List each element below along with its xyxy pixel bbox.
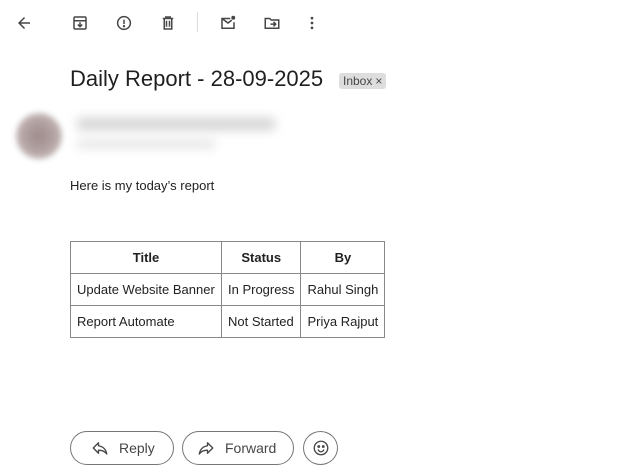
cell-status: In Progress	[220, 273, 302, 306]
reply-icon	[92, 442, 108, 455]
delete-icon[interactable]	[152, 7, 184, 39]
table-header-row: Title Status By	[70, 241, 386, 274]
emoji-reaction-button[interactable]	[303, 431, 338, 465]
forward-label: Forward	[225, 440, 277, 456]
report-spam-icon[interactable]	[108, 7, 140, 39]
cell-by: Priya Rajput	[300, 305, 386, 338]
header-status: Status	[220, 241, 302, 274]
sender-info	[10, 101, 310, 165]
avatar[interactable]	[16, 113, 62, 159]
sender-name-blurred	[76, 117, 276, 131]
cell-by: Rahul Singh	[300, 273, 386, 306]
emoji-icon	[313, 440, 328, 456]
inbox-label-chip[interactable]: Inbox ×	[339, 73, 387, 89]
cell-title: Update Website Banner	[70, 273, 222, 306]
mark-unread-icon[interactable]	[212, 7, 244, 39]
table-row: Report Automate Not Started Priya Rajput	[70, 305, 386, 338]
remove-label-icon[interactable]: ×	[375, 73, 382, 89]
cell-title: Report Automate	[70, 305, 222, 338]
move-to-icon[interactable]	[256, 7, 288, 39]
reply-label: Reply	[119, 440, 155, 456]
forward-button[interactable]: Forward	[182, 431, 294, 465]
report-table: Title Status By Update Website Banner In…	[70, 241, 386, 338]
forward-icon	[198, 442, 214, 455]
toolbar	[0, 0, 620, 46]
cell-status: Not Started	[220, 305, 302, 338]
reply-button[interactable]: Reply	[70, 431, 174, 465]
header-by: By	[300, 241, 386, 274]
more-options-icon[interactable]	[296, 7, 328, 39]
label-chip-text: Inbox	[343, 74, 373, 88]
table-row: Update Website Banner In Progress Rahul …	[70, 273, 386, 306]
sender-details-blurred	[76, 139, 216, 149]
email-body-text: Here is my today’s report	[70, 178, 215, 193]
email-subject: Daily Report - 28-09-2025	[70, 66, 324, 91]
toolbar-divider	[197, 12, 198, 32]
header-title: Title	[70, 241, 222, 274]
archive-icon[interactable]	[64, 7, 96, 39]
back-arrow-icon[interactable]	[8, 7, 40, 39]
